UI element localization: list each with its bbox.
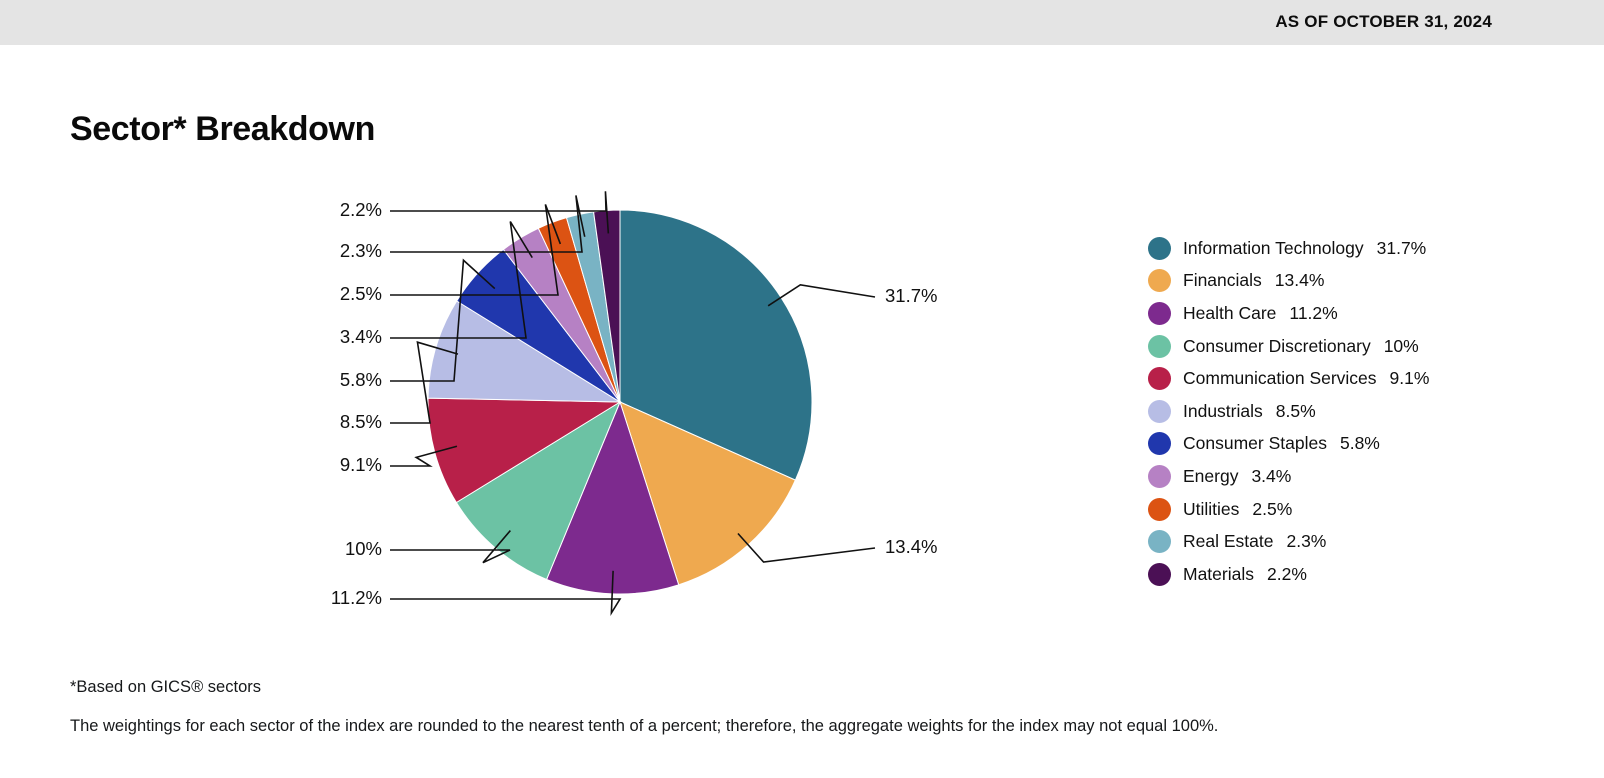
legend-item-label: Health Care bbox=[1183, 302, 1277, 323]
legend-color-swatch-icon bbox=[1148, 562, 1171, 586]
legend-item: Information Technology 31.7% bbox=[1148, 232, 1429, 265]
legend-item-label: Information Technology bbox=[1183, 237, 1364, 258]
legend-color-swatch-icon bbox=[1148, 236, 1171, 260]
legend-item-value: 10% bbox=[1383, 335, 1419, 356]
legend-item-value: 8.5% bbox=[1275, 400, 1316, 421]
legend-color-swatch-icon bbox=[1148, 301, 1171, 325]
legend-item-value: 2.5% bbox=[1252, 498, 1293, 519]
legend-color-swatch-icon bbox=[1148, 334, 1171, 358]
footnote-rounding: The weightings for each sector of the in… bbox=[70, 717, 1219, 735]
legend-item-value: 13.4% bbox=[1274, 270, 1325, 291]
legend-color-swatch-icon bbox=[1148, 399, 1171, 423]
page-title: Sector* Breakdown bbox=[70, 110, 375, 148]
legend-item-label: Real Estate bbox=[1183, 531, 1274, 552]
legend-item-value: 11.2% bbox=[1289, 302, 1338, 323]
legend-item-value: 2.2% bbox=[1267, 563, 1307, 584]
legend-color-swatch-icon bbox=[1148, 432, 1171, 456]
legend-color-swatch-icon bbox=[1148, 497, 1171, 521]
legend-color-swatch-icon bbox=[1148, 530, 1171, 554]
legend-item: Consumer Staples 5.8% bbox=[1148, 428, 1429, 461]
legend-item: Utilities 2.5% bbox=[1148, 493, 1429, 526]
legend-color-swatch-icon bbox=[1148, 464, 1171, 488]
legend-item: Energy 3.4% bbox=[1148, 460, 1429, 493]
pie-chart-svg bbox=[427, 209, 813, 595]
legend-item-value: 5.8% bbox=[1339, 433, 1380, 454]
legend-item-value: 31.7% bbox=[1376, 237, 1427, 258]
legend-item: Health Care 11.2% bbox=[1148, 297, 1429, 330]
legend-item: Real Estate 2.3% bbox=[1148, 525, 1429, 558]
legend-color-swatch-icon bbox=[1148, 269, 1171, 293]
legend-item: Materials 2.2% bbox=[1148, 558, 1429, 591]
legend-item-label: Financials bbox=[1183, 270, 1262, 291]
legend-item-label: Communication Services bbox=[1183, 368, 1377, 389]
legend-item-value: 2.3% bbox=[1286, 531, 1327, 552]
legend-item-label: Utilities bbox=[1183, 498, 1240, 519]
footnote-gics: *Based on GICS® sectors bbox=[70, 678, 261, 696]
legend-item: Consumer Discretionary 10% bbox=[1148, 330, 1429, 363]
legend-item-value: 9.1% bbox=[1389, 368, 1430, 389]
legend-item-label: Industrials bbox=[1183, 400, 1263, 421]
legend: Information Technology 31.7% Financials 13.… bbox=[1148, 232, 1429, 591]
legend-item-label: Materials bbox=[1183, 563, 1254, 584]
as-of-date: AS OF OCTOBER 31, 2024 bbox=[1275, 12, 1492, 31]
legend-item-label: Energy bbox=[1183, 465, 1239, 486]
header-band: AS OF OCTOBER 31, 2024 bbox=[0, 0, 1604, 45]
legend-item-value: 3.4% bbox=[1251, 465, 1292, 486]
legend-item: Communication Services 9.1% bbox=[1148, 362, 1429, 395]
legend-item-label: Consumer Staples bbox=[1183, 433, 1327, 454]
legend-color-swatch-icon bbox=[1148, 367, 1171, 391]
legend-item-label: Consumer Discretionary bbox=[1183, 335, 1371, 356]
legend-item: Financials 13.4% bbox=[1148, 265, 1429, 298]
legend-item: Industrials 8.5% bbox=[1148, 395, 1429, 428]
